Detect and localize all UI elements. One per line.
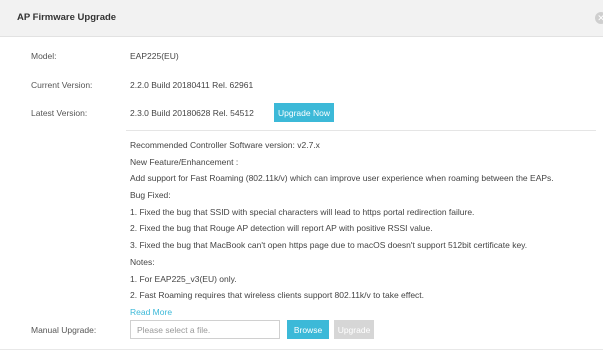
release-note-line: Notes:: [130, 256, 155, 267]
release-notes-divider: [126, 130, 596, 131]
release-note-line: 1. Fixed the bug that SSID with special …: [130, 206, 475, 217]
model-value: EAP225(EU): [130, 51, 179, 61]
release-note-line: 2. Fast Roaming requires that wireless c…: [130, 290, 425, 301]
file-path-input[interactable]: [130, 320, 280, 339]
latest-version-value: 2.3.0 Build 20180628 Rel. 54512: [130, 108, 254, 118]
firmware-upgrade-dialog: AP Firmware Upgrade ✕ Model: EAP225(EU) …: [0, 0, 603, 351]
manual-upgrade-label: Manual Upgrade:: [31, 325, 97, 335]
upgrade-now-button[interactable]: Upgrade Now: [274, 103, 334, 122]
release-note-line: New Feature/Enhancement :: [130, 156, 239, 167]
release-note-line: 2. Fixed the bug that Rouge AP detection…: [130, 223, 433, 234]
release-note-line: 3. Fixed the bug that MacBook can't open…: [130, 240, 528, 251]
close-icon[interactable]: ✕: [595, 12, 603, 24]
current-version-value: 2.2.0 Build 20180411 Rel. 62961: [130, 80, 254, 90]
release-note-line: Recommended Controller Software version:…: [130, 140, 320, 150]
release-note-line: Add support for Fast Roaming (802.11k/v)…: [130, 173, 554, 184]
current-version-label: Current Version:: [31, 80, 93, 90]
dialog-header: AP Firmware Upgrade ✕: [0, 0, 603, 37]
upgrade-button[interactable]: Upgrade: [334, 320, 374, 339]
release-note-line: 1. For EAP225_v3(EU) only.: [130, 273, 237, 284]
bottom-divider: [0, 349, 603, 350]
browse-button[interactable]: Browse: [287, 320, 329, 339]
release-note-line: Bug Fixed:: [130, 190, 171, 201]
latest-version-label: Latest Version:: [31, 108, 88, 118]
dialog-title: AP Firmware Upgrade: [17, 12, 117, 23]
release-notes: Recommended Controller Software version:…: [130, 140, 600, 324]
model-label: Model:: [31, 51, 57, 61]
